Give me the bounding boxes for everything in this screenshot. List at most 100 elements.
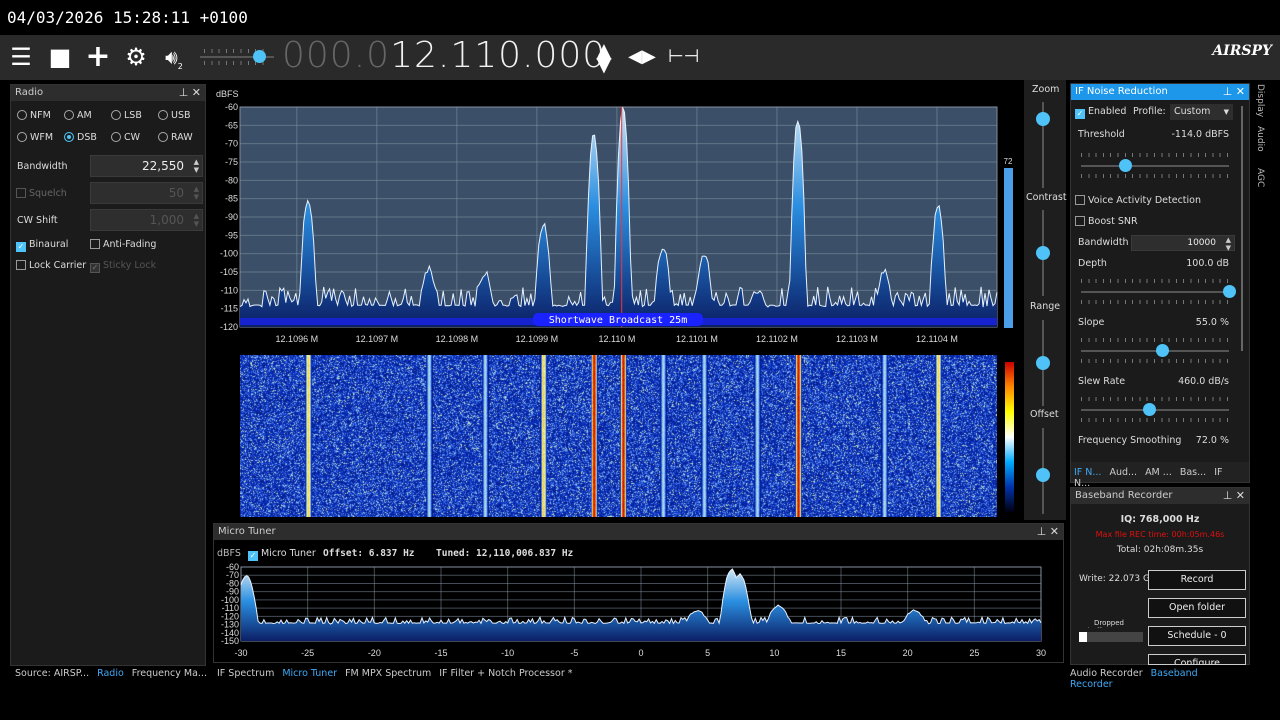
vad-checkbox[interactable]: Voice Activity Detection [1075, 195, 1201, 206]
menu-icon[interactable]: ☰ [7, 43, 35, 71]
configure-button[interactable]: Configure [1148, 654, 1246, 665]
threshold-slider[interactable] [1081, 153, 1229, 178]
slider-knob[interactable] [1036, 112, 1050, 127]
spectrum-analyzer[interactable]: dBFS -60 -65 -70 -75 -80 -85 -90 -95 -100 -105 -110… [213, 84, 1021, 349]
scrollbar[interactable] [1241, 106, 1243, 351]
radio-button-icon[interactable] [64, 132, 74, 142]
tab-3[interactable]: IF Filter + Notch Processor * [439, 668, 572, 679]
tab-1[interactable]: Radio [97, 668, 124, 679]
record-button[interactable]: Record [1148, 570, 1246, 590]
binaural-label: Binaural [29, 239, 69, 250]
profile-value: Custom [1174, 106, 1211, 117]
tab-3[interactable]: Bas... [1180, 467, 1206, 478]
pin-close-icons[interactable]: ⊥ ✕ [179, 85, 201, 101]
micro-tuner-checkbox[interactable]: ✓ Micro Tuner [248, 548, 316, 561]
sticky-lock-checkbox[interactable]: ✓ Sticky Lock [90, 260, 156, 273]
slider-knob[interactable] [1156, 344, 1170, 357]
tab-2[interactable]: Frequency Ma... [132, 668, 207, 679]
depth-value: 100.0 dB [1186, 258, 1229, 269]
add-icon[interactable]: + [84, 42, 112, 72]
volume-channel: 2 [177, 62, 183, 71]
schedule-button[interactable]: Schedule - 0 [1148, 626, 1246, 646]
mode-lsb[interactable]: LSB [111, 110, 142, 121]
step-up-down-icon[interactable]: ▲ ▼ [590, 40, 618, 74]
spectrum-chart[interactable]: dBFS -60 -65 -70 -75 -80 -85 -90 -95 -100 -105 -110… [213, 84, 1021, 349]
stop-icon[interactable]: ■ [46, 43, 74, 71]
radio-button-icon[interactable] [158, 110, 168, 120]
pin-close-icons[interactable]: ⊥ ✕ [1223, 488, 1245, 504]
micro-tuner-chart[interactable]: -60-70-80-90-100-110-120-130-140-150-30-… [214, 562, 1063, 667]
slider-knob[interactable] [1119, 159, 1133, 172]
binaural-checkbox[interactable]: ✓ Binaural [16, 239, 68, 252]
tab-1[interactable]: Aud... [1109, 467, 1137, 478]
slider-knob[interactable] [1036, 246, 1050, 260]
slope-slider[interactable] [1081, 338, 1229, 363]
boost-snr-checkbox[interactable]: Boost SNR [1075, 216, 1138, 227]
mode-nfm[interactable]: NFM [17, 110, 51, 121]
signal-level-value: 72 [1004, 157, 1013, 166]
squelch-checkbox[interactable]: Squelch [16, 188, 67, 199]
mode-dsb[interactable]: DSB [64, 132, 97, 143]
radio-button-icon[interactable] [111, 110, 121, 120]
spinner-icon[interactable]: ▲ ▼ [194, 158, 199, 174]
pin-close-icons[interactable]: ⊥ ✕ [1037, 524, 1059, 540]
waterfall-canvas[interactable] [240, 355, 997, 517]
gear-icon[interactable]: ⚙ [122, 43, 150, 71]
y-tick-label: -90 [225, 212, 238, 222]
slider-knob[interactable] [1143, 403, 1157, 416]
bandwidth-input[interactable]: 22,550 ▲ ▼ [90, 155, 203, 177]
speaker-icon[interactable]: 🔊︎2 [160, 43, 188, 71]
zoom-slider[interactable] [1036, 102, 1050, 188]
tab-0[interactable]: IF Spectrum [217, 668, 274, 679]
frequency-display[interactable]: 000.012.110.000 [282, 35, 606, 80]
radio-button-icon[interactable] [17, 110, 27, 120]
range-slider[interactable] [1036, 320, 1050, 406]
mode-label: LSB [124, 110, 142, 121]
squelch-input[interactable]: 50 ▲ ▼ [90, 182, 203, 204]
tab-0[interactable]: Audio Recorder [1070, 668, 1143, 679]
radio-button-icon[interactable] [158, 132, 168, 142]
left-right-icon[interactable]: ◀▶ [628, 43, 656, 71]
y-tick-label: -105 [220, 267, 238, 277]
anti-fading-checkbox[interactable]: Anti-Fading [90, 239, 156, 250]
offset-slider[interactable] [1036, 428, 1050, 514]
span-icon[interactable]: ⊢⊣ [668, 43, 699, 71]
slider-knob[interactable] [1036, 356, 1050, 370]
mode-wfm[interactable]: WFM [17, 132, 53, 143]
depth-slider[interactable] [1081, 279, 1236, 304]
radio-button-icon[interactable] [64, 110, 74, 120]
side-tab-agc[interactable]: AGC [1255, 168, 1265, 187]
tab-0[interactable]: Source: AIRSP... [15, 668, 89, 679]
panel-title: IF Noise Reduction [1075, 86, 1168, 97]
side-tab-display[interactable]: Display [1255, 84, 1265, 117]
slew-rate-slider[interactable] [1081, 397, 1229, 422]
cw-shift-input[interactable]: 1,000 ▲ ▼ [90, 209, 203, 231]
volume-slider[interactable] [200, 49, 274, 65]
signal-level-bar [1004, 168, 1013, 328]
mode-am[interactable]: AM [64, 110, 92, 121]
mode-usb[interactable]: USB [158, 110, 191, 121]
lock-carrier-checkbox[interactable]: Lock Carrier [16, 260, 86, 271]
tab-2[interactable]: FM MPX Spectrum [345, 668, 431, 679]
radio-button-icon[interactable] [111, 132, 121, 142]
radio-panel: Radio ⊥ ✕ NFM AM LSB USB WFM DSB CW RAW Bandwidt… [10, 84, 206, 666]
y-tick-label: -80 [225, 175, 238, 185]
open-folder-button[interactable]: Open folder [1148, 598, 1246, 618]
ifnr-bandwidth-input[interactable]: 10000 ▲ ▼ [1131, 235, 1235, 252]
tuned-readout: Tuned: 12,110,006.837 Hz [436, 548, 574, 559]
enabled-checkbox[interactable]: ✓ Enabled [1075, 106, 1126, 119]
contrast-slider[interactable] [1036, 210, 1050, 296]
slider-knob[interactable] [1223, 285, 1236, 298]
waterfall[interactable] [213, 352, 1021, 520]
pin-close-icons[interactable]: ⊥ ✕ [1223, 84, 1245, 100]
tab-2[interactable]: AM ... [1145, 467, 1172, 478]
tab-0[interactable]: IF N... [1074, 467, 1101, 478]
tab-1[interactable]: Micro Tuner [282, 668, 337, 679]
profile-select[interactable]: Custom ▼ [1170, 104, 1233, 120]
mode-raw[interactable]: RAW [158, 132, 193, 143]
side-tab-audio[interactable]: Audio [1255, 126, 1265, 152]
waterfall-colorbar [1005, 362, 1014, 512]
radio-button-icon[interactable] [17, 132, 27, 142]
mode-cw[interactable]: CW [111, 132, 140, 143]
slider-knob[interactable] [1036, 468, 1050, 483]
